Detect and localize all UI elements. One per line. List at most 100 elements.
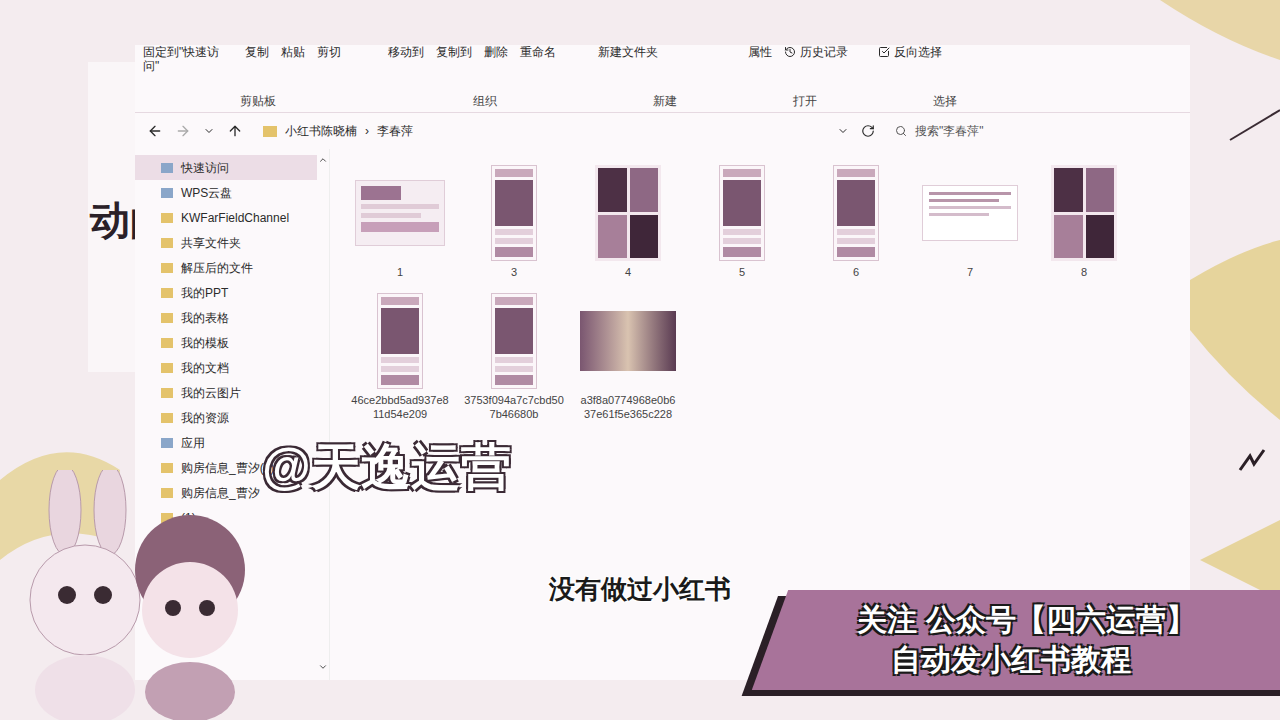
folder-icon	[161, 288, 173, 298]
thumbnail	[377, 293, 423, 389]
sidebar-item[interactable]: 共享文件夹	[135, 230, 317, 255]
ribbon-button[interactable]: 移动到	[388, 45, 424, 59]
folder-icon	[161, 313, 173, 323]
file-item[interactable]: 46ce2bbd5ad937e811d54e209	[345, 291, 455, 421]
address-row: 小红书陈晓楠 › 李春萍 搜索"李春萍"	[135, 113, 1190, 149]
search-box[interactable]: 搜索"李春萍"	[887, 119, 1107, 143]
ribbon-group: 新建文件夹新建	[590, 45, 740, 112]
sidebar-item[interactable]: 快速访问	[135, 155, 317, 180]
sidebar-item[interactable]: 我的模板	[135, 330, 317, 355]
path-segment[interactable]: 李春萍	[377, 122, 413, 140]
ribbon-button[interactable]: 复制到	[436, 45, 472, 59]
watermark: @天逸运营	[262, 430, 511, 505]
file-name: 7	[920, 265, 1020, 279]
thumbnail	[1051, 165, 1117, 261]
banner-line: 自动发小红书教程	[891, 641, 1131, 679]
file-item[interactable]: a3f8a0774968e0b637e61f5e365c228	[573, 291, 683, 421]
ribbon-button[interactable]: 固定到"快速访问"	[143, 45, 233, 73]
sidebar-item[interactable]: 我的云图片	[135, 380, 317, 405]
sidebar-item[interactable]: 我的表格	[135, 305, 317, 330]
file-item[interactable]: 3753f094a7c7cbd507b46680b	[459, 291, 569, 421]
folder-icon	[263, 126, 277, 137]
file-name: 6	[806, 265, 906, 279]
file-name: 1	[350, 265, 450, 279]
ribbon-button[interactable]: 属性	[748, 45, 772, 59]
back-icon[interactable]	[147, 123, 163, 139]
file-name: a3f8a0774968e0b637e61f5e365c228	[578, 393, 678, 421]
sidebar-item[interactable]: 解压后的文件	[135, 255, 317, 280]
forward-icon[interactable]	[175, 123, 191, 139]
ribbon-button[interactable]: 粘贴	[281, 45, 305, 59]
sidebar-item[interactable]: 我的PPT	[135, 280, 317, 305]
folder-icon	[161, 238, 173, 248]
history-icon	[784, 46, 796, 58]
sidebar-item[interactable]: KWFarFieldChannel	[135, 205, 317, 230]
ribbon-group: 固定到"快速访问" 复制粘贴剪切剪贴板	[135, 45, 380, 112]
thumbnail	[355, 180, 445, 246]
recent-icon[interactable]	[203, 125, 215, 137]
file-name: 3753f094a7c7cbd507b46680b	[464, 393, 564, 421]
folder-icon	[161, 438, 173, 448]
path-separator: ›	[365, 122, 369, 140]
folder-icon	[161, 388, 173, 398]
thumbnail	[491, 165, 537, 261]
folder-icon	[161, 213, 173, 223]
banner: 关注 公众号【四六运营】自动发小红书教程	[752, 590, 1280, 690]
folder-icon	[161, 188, 173, 198]
ribbon-group: 移动到复制到删除重命名组织	[380, 45, 590, 112]
sidebar-item[interactable]: 我的文档	[135, 355, 317, 380]
ribbon-button[interactable]: 历史记录	[784, 45, 848, 59]
file-item[interactable]: 8	[1029, 163, 1139, 279]
up-icon[interactable]	[227, 123, 243, 139]
folder-icon	[161, 363, 173, 373]
ribbon-group-label: 剪贴板	[143, 92, 372, 110]
file-item[interactable]: 4	[573, 163, 683, 279]
file-name: 3	[464, 265, 564, 279]
ribbon-button[interactable]: 删除	[484, 45, 508, 59]
thumbnail	[595, 165, 661, 261]
file-item[interactable]: 1	[345, 163, 455, 279]
folder-icon	[161, 463, 173, 473]
file-item[interactable]: 6	[801, 163, 911, 279]
thumbnail	[922, 185, 1018, 241]
folder-icon	[161, 488, 173, 498]
thumbnail	[833, 165, 879, 261]
file-name: 5	[692, 265, 792, 279]
file-item[interactable]: 7	[915, 163, 1025, 279]
address-bar[interactable]: 小红书陈晓楠 › 李春萍	[255, 119, 825, 143]
file-name: 4	[578, 265, 678, 279]
search-icon	[895, 125, 907, 137]
scroll-up-icon[interactable]	[318, 155, 328, 165]
sidebar-item[interactable]: WPS云盘	[135, 180, 317, 205]
file-name: 46ce2bbd5ad937e811d54e209	[350, 393, 450, 421]
file-item[interactable]: 5	[687, 163, 797, 279]
file-name: 8	[1034, 265, 1134, 279]
scrollbar[interactable]	[317, 155, 329, 680]
banner-line: 关注 公众号【四六运营】	[857, 601, 1195, 639]
ribbon-group: 反向选择选择	[870, 45, 1020, 112]
thumbnail	[491, 293, 537, 389]
ribbon-button[interactable]: 剪切	[317, 45, 341, 59]
path-segment[interactable]: 小红书陈晓楠	[285, 122, 357, 140]
thumbnail	[719, 165, 765, 261]
ribbon-group-label: 组织	[388, 92, 582, 110]
refresh-icon[interactable]	[861, 124, 875, 138]
ribbon-button[interactable]: 复制	[245, 45, 269, 59]
ribbon-group: 属性历史记录打开	[740, 45, 870, 112]
ribbon-button[interactable]: 重命名	[520, 45, 556, 59]
ribbon-group-label: 新建	[598, 92, 732, 110]
file-item[interactable]: 3	[459, 163, 569, 279]
scroll-down-icon[interactable]	[318, 662, 328, 672]
folder-icon	[161, 263, 173, 273]
folder-icon	[161, 413, 173, 423]
ribbon-group-label: 打开	[748, 92, 862, 110]
ribbon-button[interactable]: 新建文件夹	[598, 45, 658, 59]
dropdown-icon[interactable]	[837, 125, 849, 137]
folder-icon	[161, 163, 173, 173]
video-frame: 动的固定到"快速访问"复制粘贴剪切剪贴板移动到复制到删除重命名组织新建文件夹新建…	[0, 0, 1280, 720]
ribbon-button[interactable]: 反向选择	[878, 45, 942, 59]
thumbnail	[580, 311, 676, 371]
sidebar-item[interactable]: 我的资源	[135, 405, 317, 430]
mascot-illustration	[5, 470, 255, 720]
ribbon: 固定到"快速访问"复制粘贴剪切剪贴板移动到复制到删除重命名组织新建文件夹新建属性…	[135, 45, 1190, 113]
